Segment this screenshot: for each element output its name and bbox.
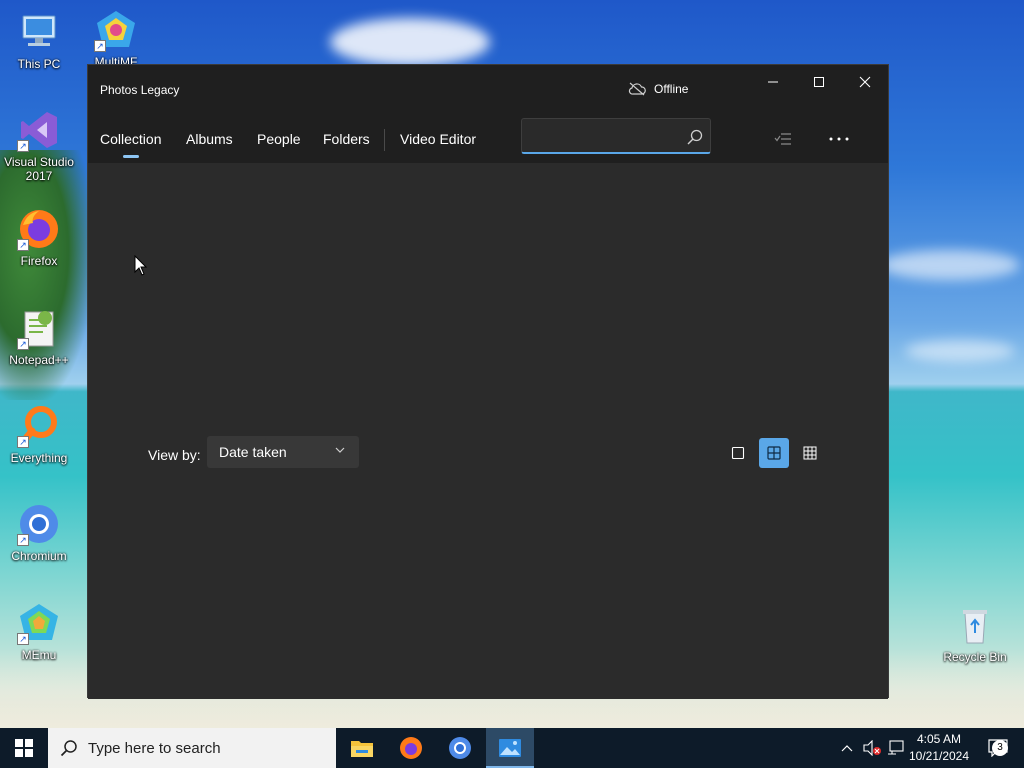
taskbar-photos[interactable] <box>486 728 534 768</box>
network-icon <box>888 740 904 755</box>
desktop-icon-everything[interactable]: ↗ Everything <box>1 404 77 465</box>
computer-icon <box>17 10 61 54</box>
small-tiles-icon <box>803 446 817 460</box>
view-by-label: View by: <box>148 447 201 463</box>
search-input[interactable] <box>528 125 678 147</box>
tab-folders[interactable]: Folders <box>323 131 370 147</box>
desktop-icon-label: This PC <box>17 57 61 71</box>
clock-time: 4:05 AM <box>916 732 962 746</box>
shortcut-arrow-icon: ↗ <box>17 436 29 448</box>
maximize-icon <box>814 77 824 87</box>
taskbar-clock[interactable]: 4:05 AM 10/21/2024 <box>906 731 972 765</box>
windows-logo-icon <box>15 739 33 757</box>
cloud-offline-icon <box>628 82 646 96</box>
memu-icon: ↗ <box>17 601 61 645</box>
window-title: Photos Legacy <box>100 83 180 97</box>
desktop-icon-label: MEmu <box>21 648 57 662</box>
search-icon <box>60 740 77 757</box>
shortcut-arrow-icon: ↗ <box>17 239 29 251</box>
offline-label: Offline <box>654 82 689 96</box>
desktop-icon-label: Firefox <box>20 254 58 268</box>
firefox-icon <box>400 737 422 759</box>
chevron-up-icon <box>841 745 853 752</box>
volume-button[interactable] <box>860 728 884 768</box>
sky-cloud <box>330 18 490 66</box>
desktop-icon-recycle-bin[interactable]: Recycle Bin <box>937 603 1013 664</box>
select-list-icon <box>774 133 791 145</box>
desktop-icon-chromium[interactable]: ↗ Chromium <box>1 502 77 563</box>
tab-people[interactable]: People <box>257 131 301 147</box>
sky-cloud <box>905 340 1015 362</box>
show-hidden-icons-button[interactable] <box>836 728 858 768</box>
title-bar[interactable]: Photos Legacy Offline <box>88 65 888 113</box>
taskbar-chromium[interactable] <box>436 728 484 768</box>
desktop-icon-notepadpp[interactable]: ↗ Notepad++ <box>1 306 77 367</box>
shortcut-arrow-icon: ↗ <box>17 140 29 152</box>
desktop-icon-label: Recycle Bin <box>943 650 1007 664</box>
large-tiles-icon <box>731 446 745 460</box>
desktop-icon-label: Chromium <box>11 549 67 563</box>
view-by-dropdown[interactable]: Date taken <box>207 436 359 468</box>
medium-tiles-button[interactable] <box>759 438 789 468</box>
clock-date: 10/21/2024 <box>908 749 970 763</box>
volume-muted-icon <box>863 740 881 756</box>
sky-cloud <box>880 250 1020 280</box>
photos-icon <box>499 739 521 757</box>
nav-divider <box>384 129 385 151</box>
taskbar: 4:05 AM 10/21/2024 3 <box>0 728 1024 768</box>
taskbar-search-input[interactable] <box>88 739 318 757</box>
desktop-icon-this-pc[interactable]: This PC <box>1 10 77 71</box>
minimize-icon <box>768 81 778 83</box>
shortcut-arrow-icon: ↗ <box>17 633 29 645</box>
mouse-pointer-icon <box>134 255 148 276</box>
desktop-icon-visual-studio[interactable]: ↗ Visual Studio 2017 <box>1 108 77 183</box>
action-center-button[interactable]: 3 <box>978 728 1018 768</box>
taskbar-firefox[interactable] <box>387 728 435 768</box>
recycle-bin-icon <box>953 603 997 647</box>
more-options-icon <box>829 137 849 141</box>
nav-bar: Collection Albums People Folders Video E… <box>88 113 888 163</box>
chromium-icon: ↗ <box>17 502 61 546</box>
desktop-icon-label: Visual Studio 2017 <box>4 155 74 183</box>
desktop-icon-label: Notepad++ <box>9 353 69 367</box>
multimf-icon: ↗ <box>94 8 138 52</box>
close-button[interactable] <box>842 65 888 99</box>
small-tiles-button[interactable] <box>795 438 825 468</box>
view-by-value: Date taken <box>219 444 287 460</box>
chromium-icon <box>449 737 471 759</box>
select-button[interactable] <box>767 125 799 153</box>
notepadpp-icon: ↗ <box>17 306 61 350</box>
collection-content: View by: Date taken <box>88 163 888 699</box>
visual-studio-icon: ↗ <box>17 108 61 152</box>
shortcut-arrow-icon: ↗ <box>94 40 106 52</box>
desktop-icon-firefox[interactable]: ↗ Firefox <box>1 207 77 268</box>
desktop-icon-multimf[interactable]: ↗ MultiMF <box>78 8 154 69</box>
medium-tiles-icon <box>767 446 781 460</box>
large-tiles-button[interactable] <box>723 438 753 468</box>
everything-search-icon: ↗ <box>17 404 61 448</box>
shortcut-arrow-icon: ↗ <box>17 534 29 546</box>
taskbar-search-box[interactable] <box>48 728 336 768</box>
close-icon <box>859 76 871 88</box>
search-box[interactable] <box>521 118 711 154</box>
notification-count-badge: 3 <box>992 740 1008 756</box>
offline-status[interactable]: Offline <box>628 82 688 96</box>
tab-video-editor[interactable]: Video Editor <box>400 131 476 147</box>
chevron-down-icon <box>335 447 345 453</box>
tab-albums[interactable]: Albums <box>186 131 233 147</box>
shortcut-arrow-icon: ↗ <box>17 338 29 350</box>
minimize-button[interactable] <box>750 65 796 99</box>
start-button[interactable] <box>0 728 48 768</box>
more-options-button[interactable] <box>823 125 855 153</box>
firefox-icon: ↗ <box>17 207 61 251</box>
photos-window: Photos Legacy Offline Collection Albums … <box>87 64 889 699</box>
desktop-icon-memu[interactable]: ↗ MEmu <box>1 601 77 662</box>
network-button[interactable] <box>884 728 908 768</box>
taskbar-file-explorer[interactable] <box>338 728 386 768</box>
maximize-button[interactable] <box>796 65 842 99</box>
tab-collection[interactable]: Collection <box>100 131 161 158</box>
desktop-icon-label: Everything <box>10 451 68 465</box>
file-explorer-icon <box>351 741 373 757</box>
search-icon[interactable] <box>686 128 704 146</box>
